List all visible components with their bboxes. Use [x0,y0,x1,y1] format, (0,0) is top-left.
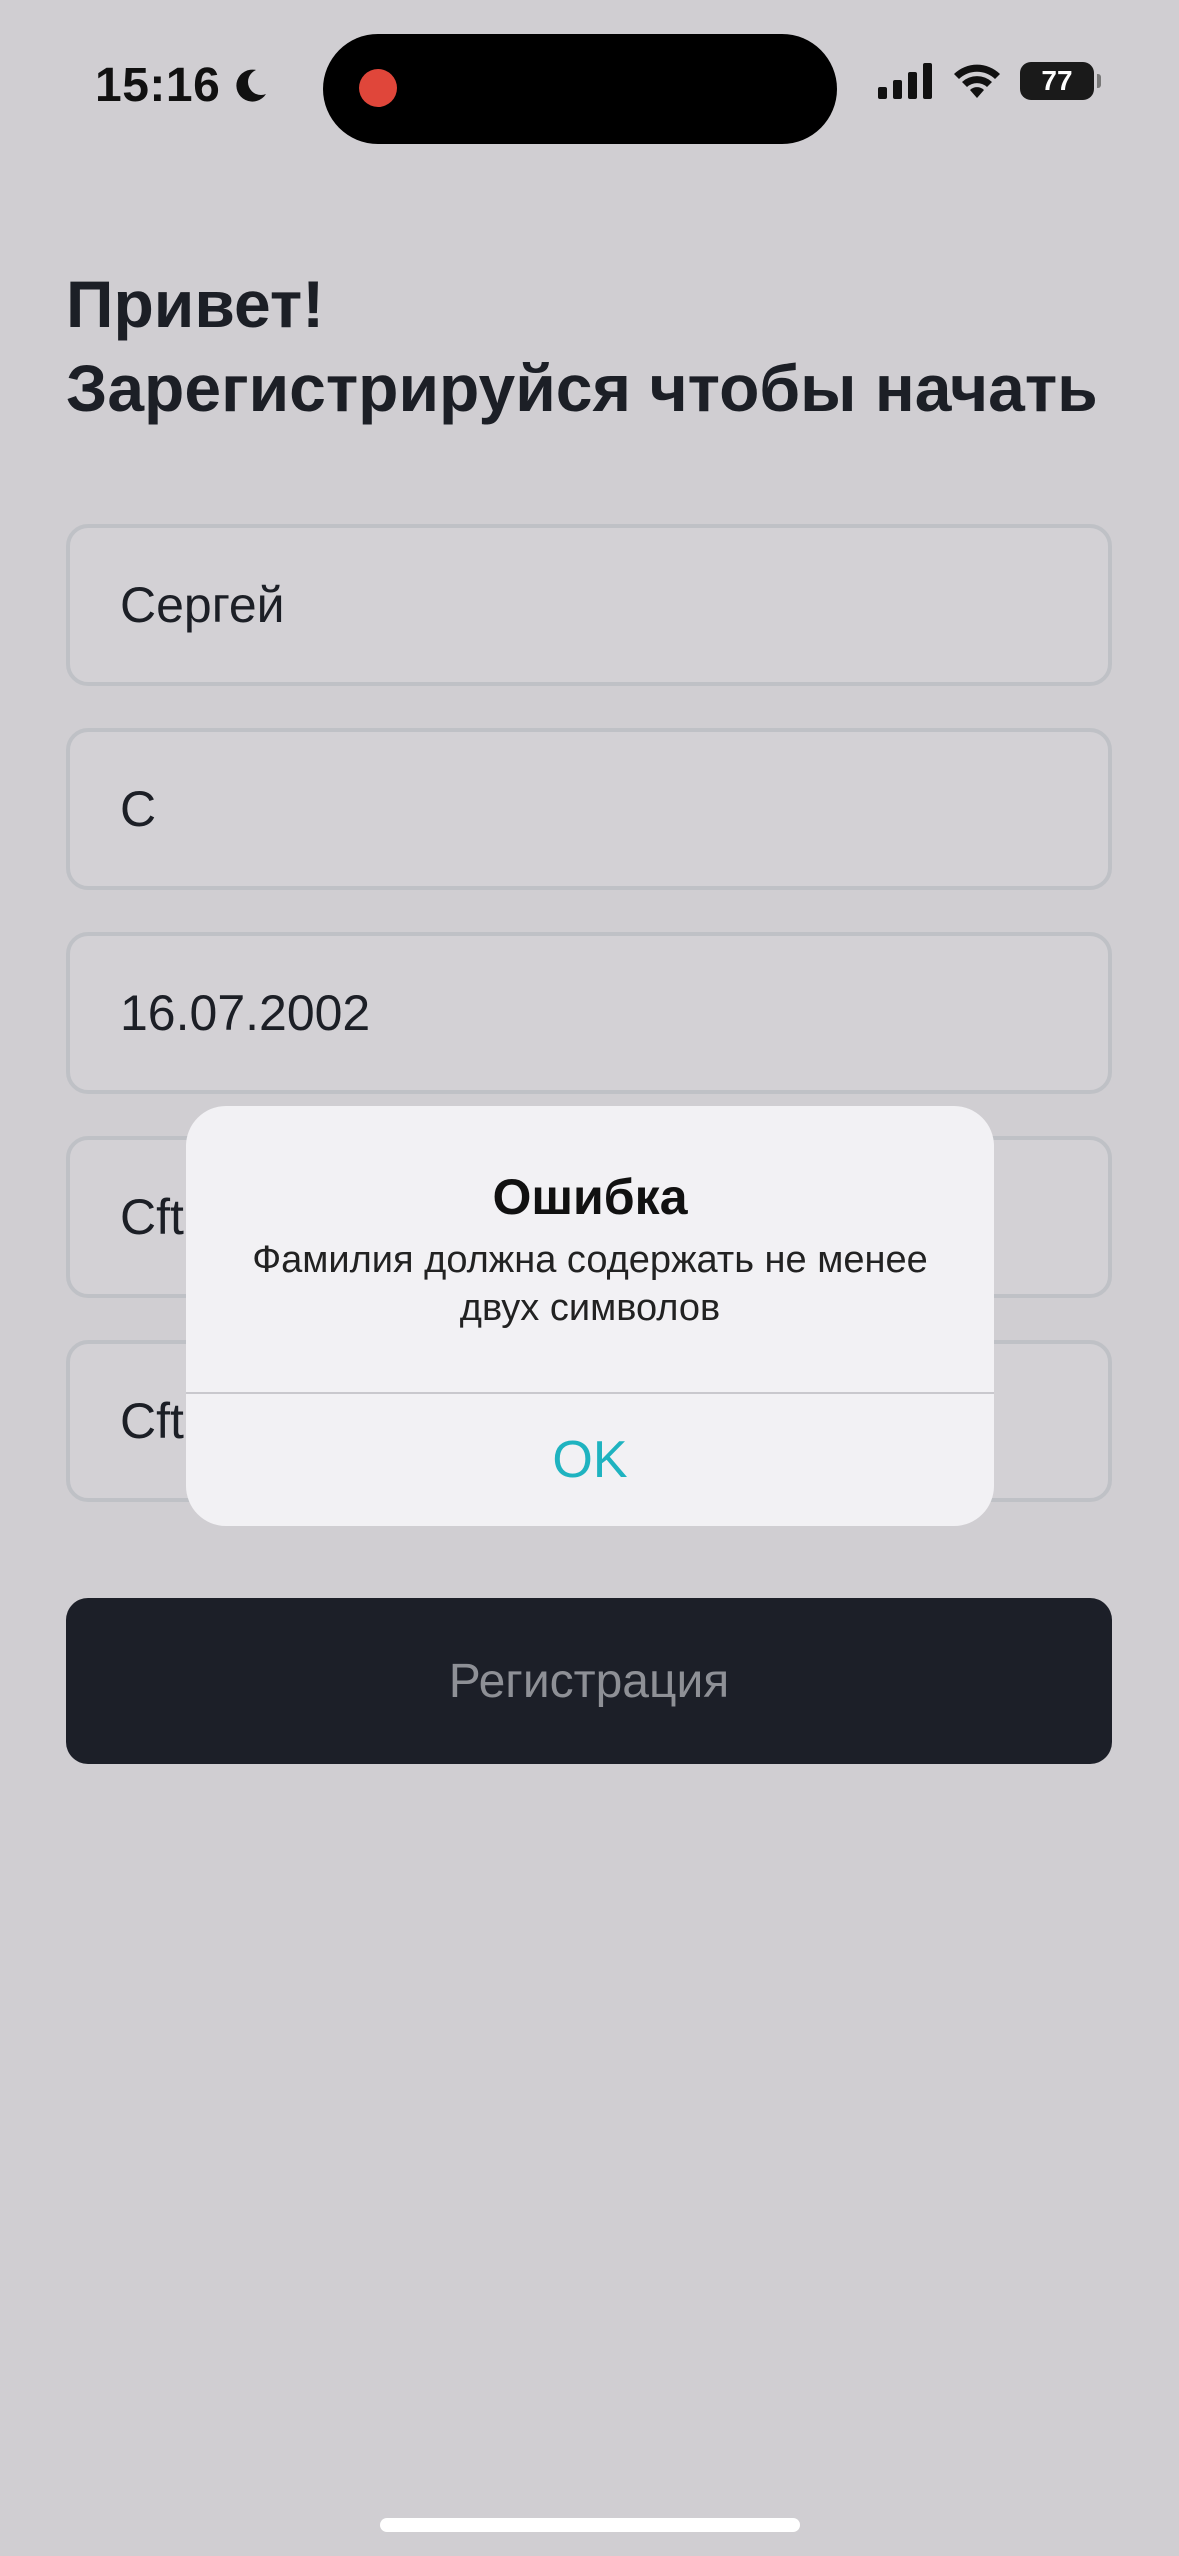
greeting: Привет! [66,267,325,341]
page-title: Привет! Зарегистрируйся чтобы начать [66,262,1126,430]
first-name-input[interactable] [70,528,1108,682]
status-time-label: 15:16 [95,59,221,112]
cellular-signal-icon [878,63,932,99]
error-alert: Ошибка Фамилия должна содержать не менее… [186,1106,994,1526]
moon-icon [236,69,267,102]
status-time: 15:16 [95,58,270,113]
status-icons: 77 [878,62,1101,100]
alert-title: Ошибка [492,1169,688,1225]
register-button[interactable]: Регистрация [66,1598,1112,1764]
last-name-input[interactable] [70,732,1108,886]
dynamic-island [323,34,837,144]
battery-icon: 77 [1020,62,1101,100]
birth-date-input[interactable] [70,936,1108,1090]
home-indicator[interactable] [380,2518,800,2532]
alert-ok-button[interactable]: OK [186,1394,994,1526]
subtitle: Зарегистрируйся чтобы начать [66,351,1098,425]
first-name-field[interactable] [66,524,1112,686]
wifi-icon [954,64,1000,98]
battery-cap [1097,74,1101,88]
recording-indicator [359,69,397,107]
birth-date-field[interactable] [66,932,1112,1094]
alert-message: Фамилия должна содержать не менее двух с… [252,1239,928,1329]
battery-level: 77 [1041,65,1073,96]
last-name-field[interactable] [66,728,1112,890]
